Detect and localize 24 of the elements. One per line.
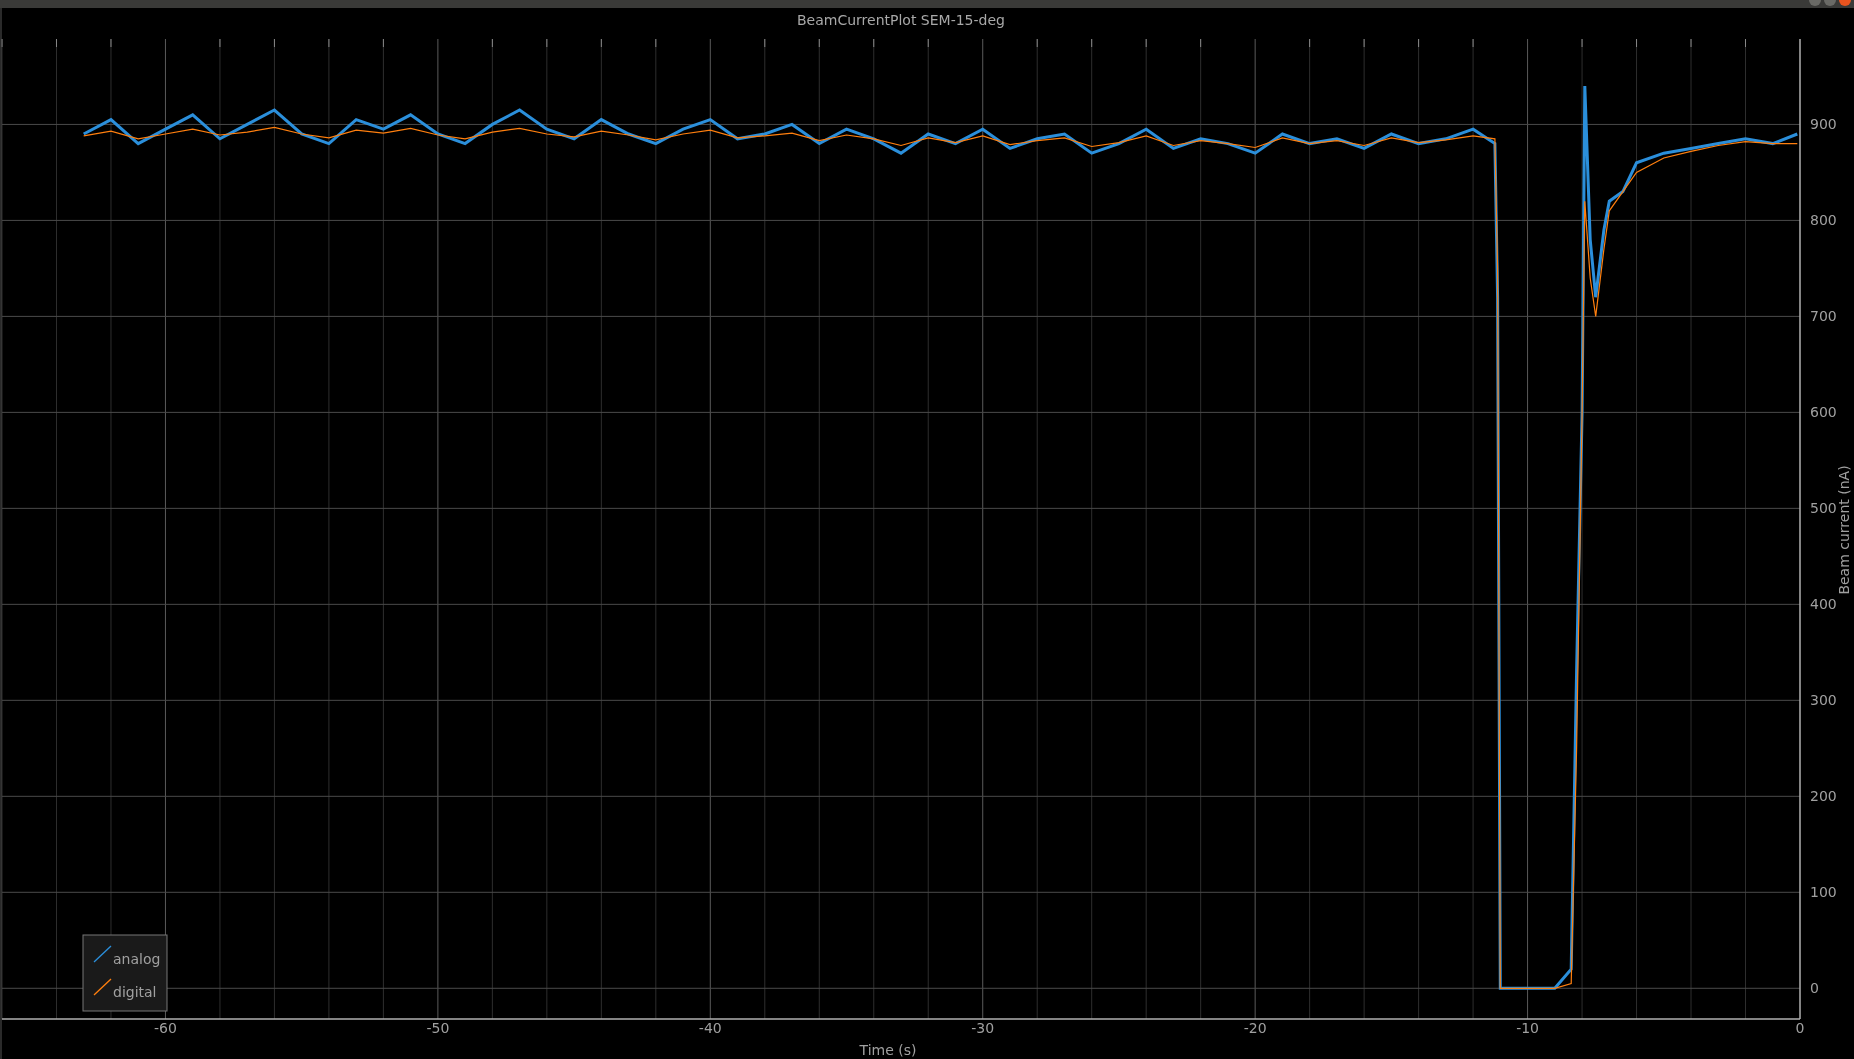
y-tick-label: 400 <box>1810 596 1837 613</box>
y-tick-label: 100 <box>1810 884 1837 901</box>
y-tick-label: 0 <box>1810 980 1819 997</box>
legend-line-icon <box>93 978 112 996</box>
y-tick-label: 300 <box>1810 692 1837 709</box>
legend-label: analog <box>113 951 161 967</box>
x-tick-label: -60 <box>154 1020 177 1036</box>
y-tick-label: 800 <box>1810 212 1837 229</box>
x-tick-label: -20 <box>1243 1020 1267 1036</box>
y-tick-label: 900 <box>1810 116 1837 133</box>
chart-title: BeamCurrentPlot SEM-15-deg <box>797 12 1005 28</box>
x-tick-label: -30 <box>971 1020 995 1036</box>
y-axis-title: Beam current (nA) <box>1836 465 1852 595</box>
legend-line-icon <box>93 945 112 963</box>
y-tick-label: 200 <box>1810 788 1837 805</box>
x-axis-title: Time (s) <box>859 1042 917 1058</box>
y-tick-label: 600 <box>1810 404 1837 421</box>
x-tick-label: -10 <box>1516 1020 1539 1036</box>
x-tick-label: 0 <box>1795 1020 1805 1036</box>
x-tick-label: -50 <box>426 1020 450 1036</box>
legend-label: digital <box>113 984 157 1000</box>
x-tick-label: -40 <box>698 1020 722 1036</box>
y-tick-label: 500 <box>1810 500 1837 517</box>
y-tick-label: 700 <box>1810 308 1837 325</box>
